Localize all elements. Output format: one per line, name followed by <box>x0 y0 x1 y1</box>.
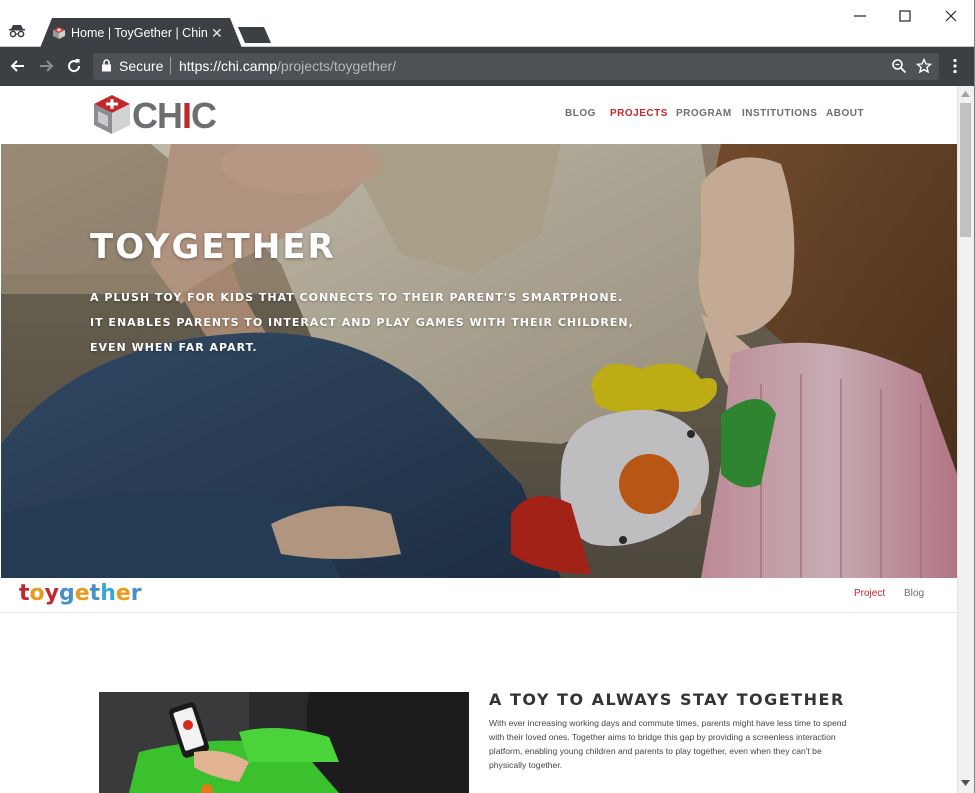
url-text[interactable]: https://chi.camp/projects/toygether/ <box>179 58 396 74</box>
reload-icon[interactable] <box>65 57 83 75</box>
hero-title: TOYGETHER <box>90 227 336 267</box>
menu-dots-icon[interactable] <box>952 58 958 74</box>
bookmark-star-icon[interactable] <box>916 58 932 74</box>
browser-chrome: Home | ToyGether | China ✕ Secure https:… <box>0 0 975 86</box>
nav-about[interactable]: ABOUT <box>826 108 864 119</box>
subnav-blog[interactable]: Blog <box>904 588 924 599</box>
forward-arrow-icon[interactable] <box>37 57 55 75</box>
toygether-logo-letter: t <box>19 581 30 606</box>
chic-logo-text: CHIC <box>132 95 217 137</box>
logo-text-red: I <box>182 95 192 136</box>
page-viewport: CHIC BLOG PROJECTS PROGRAM INSTITUTIONS … <box>1 86 957 793</box>
nav-blog[interactable]: BLOG <box>565 108 596 119</box>
toygether-logo-letter: o <box>29 581 45 606</box>
section-body: With ever increasing working days and co… <box>489 718 847 770</box>
chic-cube-icon <box>94 95 130 134</box>
nav-institutions[interactable]: INSTITUTIONS <box>742 108 817 119</box>
hero-line-1: A plush toy for kids that connects to th… <box>90 291 624 304</box>
toygether-logo-letter: t <box>89 581 101 606</box>
url-divider <box>170 57 171 74</box>
incognito-icon <box>9 25 25 38</box>
hero-line-2: It enables parents to interact and play … <box>90 316 634 329</box>
toygether-logo-letter: y <box>44 581 59 606</box>
zoom-icon[interactable] <box>891 58 907 74</box>
project-subnav: toygether Project Blog <box>1 578 957 613</box>
phone-hand-illustration <box>99 692 469 793</box>
subnav-project[interactable]: Project <box>854 588 885 599</box>
logo-text-prefix: CH <box>132 95 183 136</box>
chic-logo[interactable]: CHIC <box>91 93 223 137</box>
tab-title: Home | ToyGether | China <box>71 26 207 40</box>
nav-projects[interactable]: PROJECTS <box>610 108 668 119</box>
hero-photo <box>1 144 957 578</box>
new-tab-button[interactable] <box>238 27 272 44</box>
scroll-thumb[interactable] <box>960 103 971 237</box>
logo-text-suffix: C <box>191 95 217 136</box>
toygether-logo-letter: r <box>130 581 142 606</box>
nav-program[interactable]: PROGRAM <box>676 108 732 119</box>
lock-icon <box>102 59 111 72</box>
back-arrow-icon[interactable] <box>9 57 27 75</box>
section-title: A toy to always stay together <box>489 690 845 709</box>
scroll-down-arrow-icon[interactable] <box>961 780 970 786</box>
hero-line-3: even when far apart. <box>90 341 258 354</box>
minimize-icon[interactable] <box>850 6 870 26</box>
toygether-logo-letter: h <box>100 581 116 606</box>
tab-close-icon[interactable]: ✕ <box>211 25 223 41</box>
hero-banner: TOYGETHER A plush toy for kids that conn… <box>1 144 957 578</box>
url-path: /projects/toygether/ <box>277 58 397 74</box>
favicon-icon <box>53 27 65 39</box>
toygether-logo[interactable]: toygether <box>19 581 142 606</box>
close-window-icon[interactable] <box>941 6 961 26</box>
toygether-logo-letter: e <box>74 581 90 606</box>
secure-label: Secure <box>119 58 164 74</box>
maximize-icon[interactable] <box>895 6 915 26</box>
toygether-logo-letter: g <box>59 581 75 606</box>
toygether-logo-letter: e <box>115 581 131 606</box>
url-host: https://chi.camp <box>179 58 278 74</box>
phone-photo <box>99 692 469 793</box>
scroll-up-arrow-icon[interactable] <box>961 91 970 97</box>
